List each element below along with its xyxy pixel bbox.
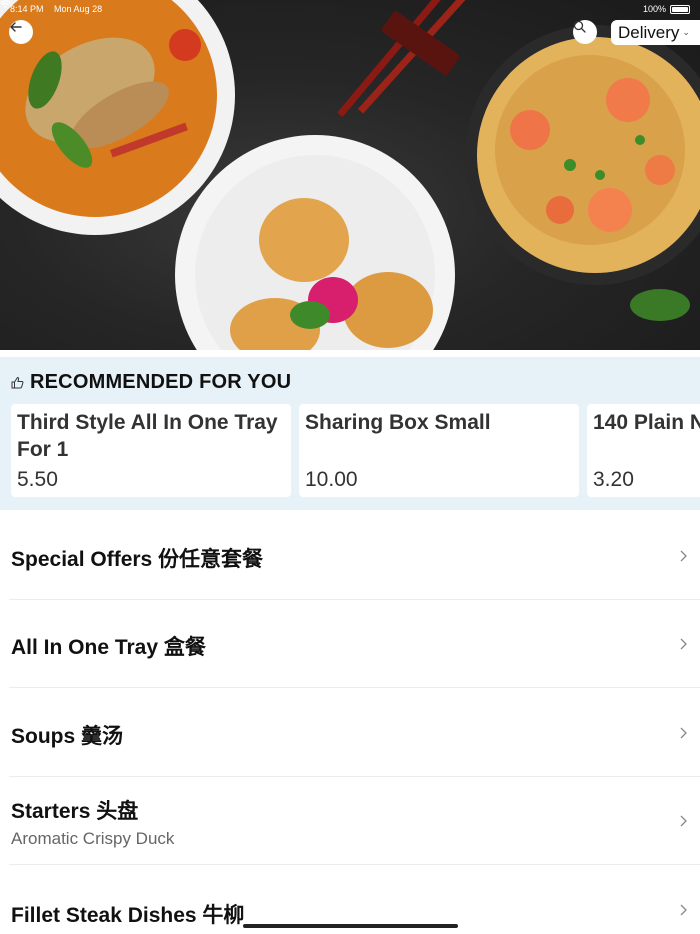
recommended-card[interactable]: Sharing Box Small 10.00 [299, 404, 579, 497]
recommended-card[interactable]: 140 Plain N 3.20 [587, 404, 700, 497]
divider [9, 864, 700, 865]
category-title: All In One Tray 盒餐 [11, 636, 206, 659]
thumbs-up-icon [11, 376, 24, 389]
category-subtitle: Aromatic Crispy Duck [11, 829, 175, 848]
recommended-header: RECOMMENDED FOR YOU [11, 371, 291, 394]
status-bar: 8:14 PM Mon Aug 28 100% [0, 0, 700, 18]
battery-icon [670, 4, 690, 14]
search-icon [573, 20, 586, 33]
category-title: Soups 羹汤 [11, 725, 124, 748]
back-button[interactable] [9, 20, 33, 44]
recommended-item-price: 10.00 [305, 468, 358, 491]
recommended-card[interactable]: Third Style All In One Tray For 1 5.50 [11, 404, 291, 497]
order-type-select[interactable]: Delivery ⌄ [611, 20, 700, 45]
recommended-item-name: 140 Plain N [593, 411, 700, 434]
category-title: Fillet Steak Dishes 牛柳 [11, 904, 245, 927]
status-time: 8:14 PM [10, 4, 44, 14]
category-title: Special Offers 份任意套餐 [11, 548, 264, 571]
divider [9, 687, 700, 688]
category-row-starters[interactable]: Starters 头盘 Aromatic Crispy Duck [0, 777, 700, 865]
recommended-item-price: 3.20 [593, 468, 634, 491]
chevron-right-icon [680, 904, 687, 916]
chevron-right-icon [680, 550, 687, 562]
category-row-all-in-one-tray[interactable]: All In One Tray 盒餐 [0, 600, 700, 688]
recommended-item-name: Sharing Box Small [305, 411, 491, 434]
chevron-right-icon [680, 815, 687, 827]
chevron-down-icon: ⌄ [682, 27, 690, 37]
arrow-left-icon [10, 22, 22, 32]
hero-banner: 8:14 PM Mon Aug 28 100% Delivery ⌄ [0, 0, 700, 350]
category-title: Starters 头盘 [11, 800, 139, 823]
order-type-label: Delivery [618, 22, 680, 42]
recommended-title: RECOMMENDED FOR YOU [30, 371, 292, 393]
home-indicator[interactable] [243, 924, 458, 928]
hero-food-image [0, 0, 700, 350]
recommended-section: RECOMMENDED FOR YOU Third Style All In O… [0, 357, 700, 510]
category-row-soups[interactable]: Soups 羹汤 [0, 689, 700, 777]
category-row-special-offers[interactable]: Special Offers 份任意套餐 [0, 512, 700, 600]
recommended-item-name: Third Style All In One Tray For 1 [17, 411, 278, 461]
chevron-right-icon [680, 727, 687, 739]
chevron-right-icon [680, 638, 687, 650]
recommended-item-price: 5.50 [17, 468, 58, 491]
battery-percent: 100% [642, 4, 666, 14]
status-date: Mon Aug 28 [54, 4, 103, 14]
search-button[interactable] [573, 20, 597, 44]
wifi-icon [0, 0, 11, 8]
